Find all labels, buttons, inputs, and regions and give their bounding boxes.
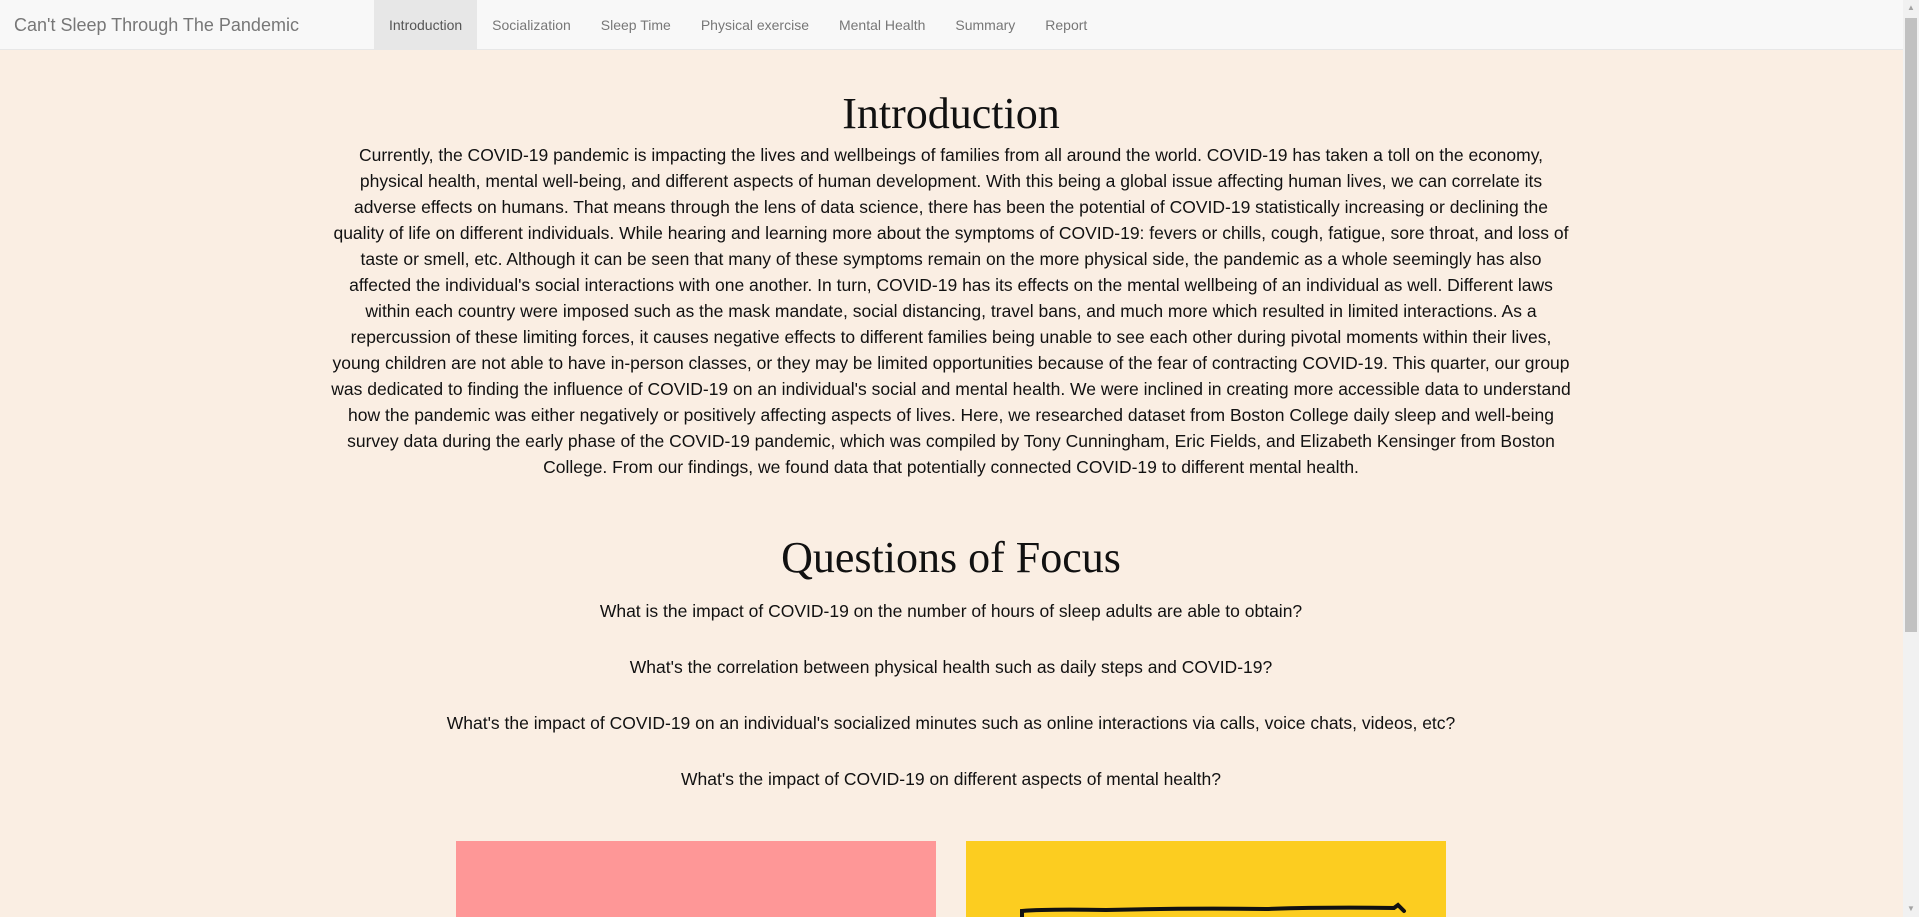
tab-socialization[interactable]: Socialization (477, 0, 586, 50)
scroll-down-arrow-icon[interactable]: ▼ (1903, 901, 1919, 917)
page-title: Introduction (842, 89, 1060, 138)
nav-tabs: Introduction Socialization Sleep Time Ph… (374, 0, 1102, 50)
sketch-illustration-icon (1020, 902, 1406, 917)
tab-introduction[interactable]: Introduction (374, 0, 478, 50)
image-row (0, 841, 1903, 917)
intro-paragraph: Currently, the COVID-19 pandemic is impa… (331, 145, 1571, 477)
brand-link[interactable]: Can't Sleep Through The Pandemic (14, 0, 299, 50)
tab-sleep-time[interactable]: Sleep Time (586, 0, 686, 50)
questions-heading: Questions of Focus (781, 533, 1121, 582)
scroll-up-arrow-icon[interactable]: ▲ (1903, 0, 1919, 16)
tab-summary[interactable]: Summary (940, 0, 1030, 50)
main-content: Introduction Currently, the COVID-19 pan… (331, 50, 1571, 792)
question-sleep: What is the impact of COVID-19 on the nu… (599, 601, 1303, 621)
vertical-scrollbar[interactable]: ▲ ▼ (1903, 0, 1919, 917)
tab-report[interactable]: Report (1030, 0, 1102, 50)
navbar: Can't Sleep Through The Pandemic Introdu… (0, 0, 1903, 50)
illustration-image-right (966, 841, 1446, 917)
question-social: What's the impact of COVID-19 on an indi… (446, 713, 1456, 733)
question-mental: What's the impact of COVID-19 on differe… (681, 769, 1221, 789)
scrollbar-thumb[interactable] (1905, 18, 1917, 632)
tab-physical-exercise[interactable]: Physical exercise (686, 0, 824, 50)
question-physical: What's the correlation between physical … (629, 657, 1273, 677)
illustration-image-left (456, 841, 936, 917)
tab-mental-health[interactable]: Mental Health (824, 0, 940, 50)
